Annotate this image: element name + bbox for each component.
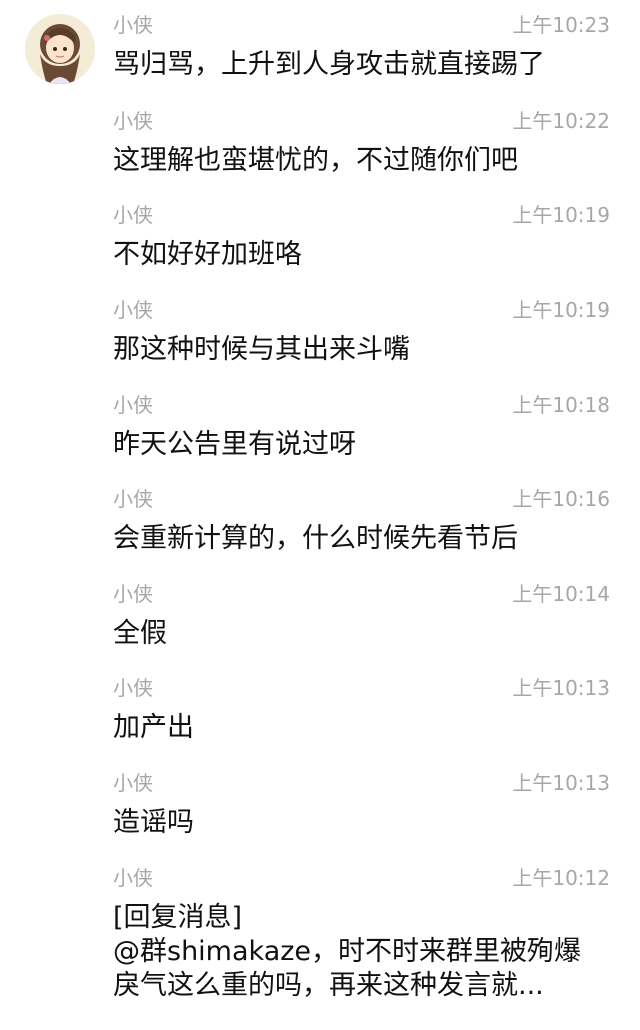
message-time: 上午10:18 <box>512 393 610 417</box>
sender-name[interactable]: 小侠 <box>113 297 153 323</box>
message-text-line: 会重新计算的，什么时候先看节后 <box>113 523 518 554</box>
message-text-line: 全假 <box>113 618 167 649</box>
message-text[interactable]: 这理解也蛮堪忧的，不过随你们吧 <box>113 144 613 178</box>
message-text-line: 加产出 <box>113 712 194 743</box>
message-text[interactable]: 造谣吗 <box>113 806 613 840</box>
message-text[interactable]: 会重新计算的，什么时候先看节后 <box>113 522 613 556</box>
message-text-line: @群shimakaze，时不时来群里被殉爆 <box>113 936 582 967</box>
message-time: 上午10:19 <box>512 203 610 227</box>
message-item[interactable]: 小侠 上午10:13 造谣吗 <box>0 758 640 853</box>
message-item[interactable]: 小侠 上午10:23 骂归骂，上升到人身攻击就直接踢了 <box>0 0 640 95</box>
message-text[interactable]: 加产出 <box>113 711 613 745</box>
message-time: 上午10:13 <box>512 676 610 700</box>
message-text-line: 昨天公告里有说过呀 <box>113 429 356 460</box>
message-text[interactable]: 昨天公告里有说过呀 <box>113 428 613 462</box>
reply-tag: [回复消息] <box>113 902 243 933</box>
sender-name[interactable]: 小侠 <box>113 770 153 796</box>
sender-name[interactable]: 小侠 <box>113 392 153 418</box>
message-item[interactable]: 小侠 上午10:22 这理解也蛮堪忧的，不过随你们吧 <box>0 96 640 191</box>
message-text-line: 这理解也蛮堪忧的，不过随你们吧 <box>113 145 518 176</box>
message-time: 上午10:22 <box>512 109 610 133</box>
sender-name[interactable]: 小侠 <box>113 486 153 512</box>
message-text-line: 骂归骂，上升到人身攻击就直接踢了 <box>113 49 545 80</box>
sender-name[interactable]: 小侠 <box>113 675 153 701</box>
message-text[interactable]: [回复消息] @群shimakaze，时不时来群里被殉爆 戾气这么重的吗，再来这… <box>113 901 613 1003</box>
message-time: 上午10:14 <box>512 582 610 606</box>
message-text-line: 戾气这么重的吗，再来这种发言就... <box>113 970 544 1001</box>
avatar[interactable] <box>25 14 95 84</box>
message-item[interactable]: 小侠 上午10:14 全假 <box>0 569 640 664</box>
message-text-line: 那这种时候与其出来斗嘴 <box>113 334 410 365</box>
message-text[interactable]: 全假 <box>113 617 613 651</box>
message-item[interactable]: 小侠 上午10:18 昨天公告里有说过呀 <box>0 380 640 475</box>
message-time: 上午10:16 <box>512 487 610 511</box>
message-text[interactable]: 骂归骂，上升到人身攻击就直接踢了 <box>113 48 613 82</box>
message-time: 上午10:23 <box>512 13 610 37</box>
message-text[interactable]: 不如好好加班咯 <box>113 238 613 272</box>
message-text-line: 不如好好加班咯 <box>113 239 302 270</box>
message-item[interactable]: 小侠 上午10:12 [回复消息] @群shimakaze，时不时来群里被殉爆 … <box>0 853 640 1030</box>
message-item[interactable]: 小侠 上午10:16 会重新计算的，什么时候先看节后 <box>0 474 640 569</box>
message-time: 上午10:19 <box>512 298 610 322</box>
sender-name[interactable]: 小侠 <box>113 581 153 607</box>
sender-name[interactable]: 小侠 <box>113 12 153 38</box>
message-text[interactable]: 那这种时候与其出来斗嘴 <box>113 333 613 367</box>
sender-name[interactable]: 小侠 <box>113 202 153 228</box>
message-text-line: 造谣吗 <box>113 807 194 838</box>
message-item[interactable]: 小侠 上午10:19 那这种时候与其出来斗嘴 <box>0 285 640 380</box>
message-time: 上午10:12 <box>512 866 610 890</box>
message-time: 上午10:13 <box>512 771 610 795</box>
sender-name[interactable]: 小侠 <box>113 108 153 134</box>
chat-message-list: 小侠 上午10:23 骂归骂，上升到人身攻击就直接踢了 小侠 上午10:22 这… <box>0 0 640 1030</box>
anime-girl-avatar-icon <box>25 14 95 84</box>
message-item[interactable]: 小侠 上午10:13 加产出 <box>0 663 640 758</box>
sender-name[interactable]: 小侠 <box>113 865 153 891</box>
message-item[interactable]: 小侠 上午10:19 不如好好加班咯 <box>0 190 640 285</box>
